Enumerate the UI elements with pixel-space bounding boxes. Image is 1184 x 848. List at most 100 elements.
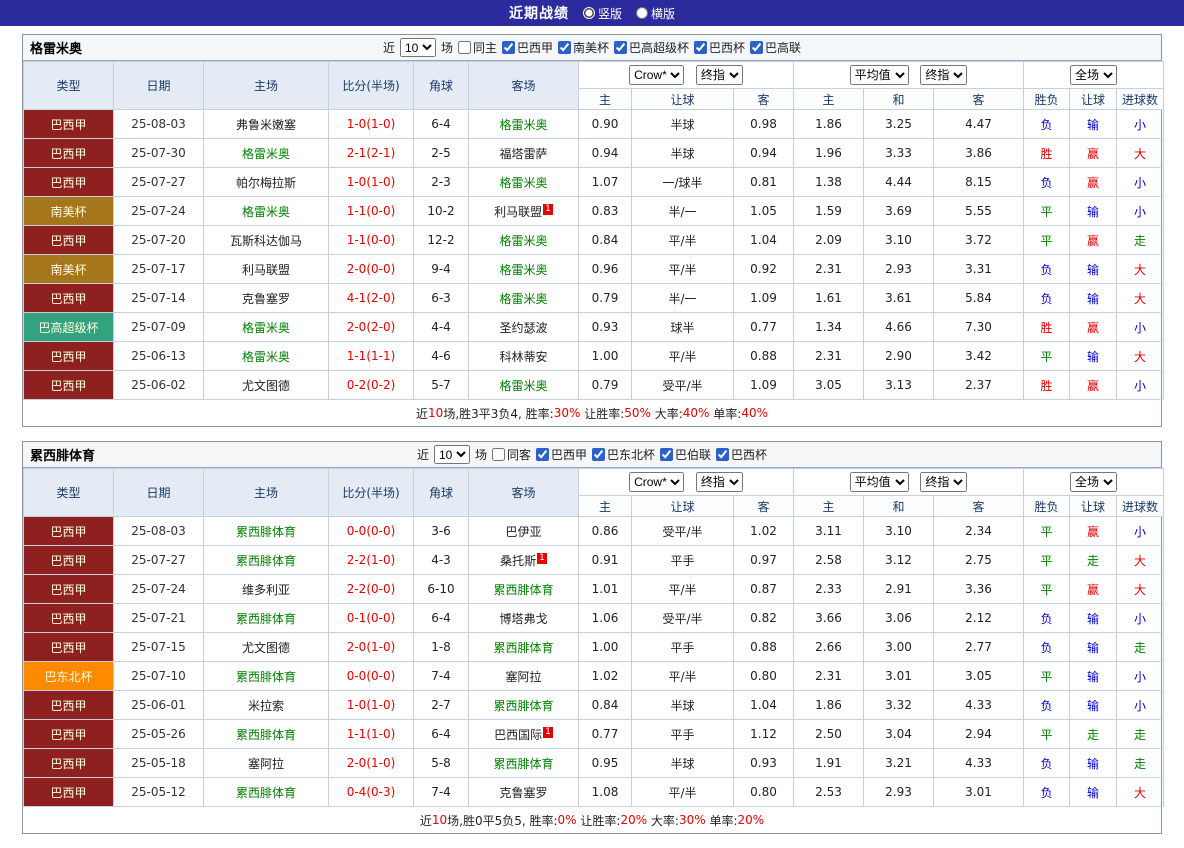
league-filter[interactable]: 南美杯 [558, 39, 609, 56]
final-index-select[interactable]: 终指 [696, 65, 743, 85]
league-filter-checkbox[interactable] [536, 448, 549, 461]
home-team[interactable]: 利马联盟 [242, 263, 290, 277]
league-filter[interactable]: 巴伯联 [660, 446, 711, 463]
home-team[interactable]: 塞阿拉 [248, 757, 284, 771]
away-team[interactable]: 巴伊亚 [505, 525, 541, 539]
home-team[interactable]: 累西腓体育 [236, 554, 296, 568]
same-venue-checkbox[interactable] [492, 448, 505, 461]
league-filter-checkbox[interactable] [592, 448, 605, 461]
scope-select[interactable]: 全场 [1070, 65, 1117, 85]
goals-result: 大 [1117, 342, 1164, 371]
home-team[interactable]: 克鲁塞罗 [242, 292, 290, 306]
away-team[interactable]: 巴西国际 [494, 728, 542, 742]
home-team-cell: 格雷米奥 [204, 197, 329, 226]
layout-vertical-radio-label[interactable]: 竖版 [583, 5, 622, 22]
league-filter-checkbox[interactable] [558, 41, 571, 54]
home-team-cell: 米拉索 [204, 691, 329, 720]
col-corner: 角球 [414, 62, 469, 110]
match-result: 平 [1024, 720, 1070, 749]
home-team[interactable]: 弗鲁米嫩塞 [236, 118, 296, 132]
home-team[interactable]: 尤文图德 [242, 379, 290, 393]
match-row: 巴西甲25-07-21累西腓体育0-1(0-0)6-4博塔弗戈1.06受平/半0… [24, 604, 1164, 633]
away-team[interactable]: 格雷米奥 [499, 292, 547, 306]
league-filter-checkbox[interactable] [614, 41, 627, 54]
away-team[interactable]: 博塔弗戈 [499, 612, 547, 626]
home-team[interactable]: 米拉索 [248, 699, 284, 713]
match-result: 平 [1024, 342, 1070, 371]
league-filter-checkbox[interactable] [750, 41, 763, 54]
away-team-cell: 格雷米奥 [469, 226, 579, 255]
away-team[interactable]: 利马联盟 [494, 205, 542, 219]
same-venue-checkbox[interactable] [458, 41, 471, 54]
bookmaker-select[interactable]: Crow* [629, 65, 684, 85]
home-team[interactable]: 尤文图德 [242, 641, 290, 655]
league-filter-checkbox[interactable] [502, 41, 515, 54]
league-filter[interactable]: 巴西甲 [536, 446, 587, 463]
away-team[interactable]: 塞阿拉 [505, 670, 541, 684]
away-team[interactable]: 累西腓体育 [493, 583, 553, 597]
same-venue-filter[interactable]: 同主 [458, 39, 497, 56]
match-result: 平 [1024, 662, 1070, 691]
final-index-select[interactable]: 终指 [920, 472, 967, 492]
home-team[interactable]: 格雷米奥 [242, 350, 290, 364]
away-team[interactable]: 格雷米奥 [499, 263, 547, 277]
recent-label: 近 [417, 446, 429, 463]
match-count-select[interactable]: 10 [400, 38, 436, 57]
away-team[interactable]: 科林蒂安 [499, 350, 547, 364]
home-team[interactable]: 累西腓体育 [236, 612, 296, 626]
away-team[interactable]: 圣约瑟波 [499, 321, 547, 335]
handicap-result: 输 [1070, 284, 1117, 313]
home-team[interactable]: 瓦斯科达伽马 [230, 234, 302, 248]
bookmaker-select[interactable]: Crow* [629, 472, 684, 492]
home-team[interactable]: 格雷米奥 [242, 205, 290, 219]
league-filter[interactable]: 巴西甲 [502, 39, 553, 56]
league-type-label: 巴西甲 [50, 234, 86, 248]
ah-away-odds: 1.05 [734, 197, 794, 226]
home-team[interactable]: 格雷米奥 [242, 147, 290, 161]
away-team[interactable]: 格雷米奥 [499, 176, 547, 190]
away-team-cell: 格雷米奥 [469, 168, 579, 197]
away-team[interactable]: 福塔雷萨 [499, 147, 547, 161]
league-filter[interactable]: 巴东北杯 [592, 446, 655, 463]
layout-horizontal-radio-label[interactable]: 横版 [636, 5, 675, 22]
away-team[interactable]: 累西腓体育 [493, 641, 553, 655]
league-type-label: 巴东北杯 [44, 670, 92, 684]
average-select[interactable]: 平均值 [850, 65, 909, 85]
home-team[interactable]: 帕尔梅拉斯 [236, 176, 296, 190]
home-team[interactable]: 累西腓体育 [236, 525, 296, 539]
league-filter-checkbox[interactable] [660, 448, 673, 461]
league-filter[interactable]: 巴西杯 [694, 39, 745, 56]
league-type-cell: 巴东北杯 [24, 662, 114, 691]
home-team[interactable]: 累西腓体育 [236, 786, 296, 800]
away-team[interactable]: 累西腓体育 [493, 757, 553, 771]
corner-score: 9-4 [414, 255, 469, 284]
eu-draw-odds: 2.93 [864, 778, 934, 807]
home-team[interactable]: 累西腓体育 [236, 728, 296, 742]
ah-handicap-line: 平手 [632, 720, 734, 749]
final-index-select[interactable]: 终指 [920, 65, 967, 85]
league-filter-checkbox[interactable] [716, 448, 729, 461]
average-select[interactable]: 平均值 [850, 472, 909, 492]
away-team[interactable]: 格雷米奥 [499, 118, 547, 132]
league-filter[interactable]: 巴西杯 [716, 446, 767, 463]
final-index-select[interactable]: 终指 [696, 472, 743, 492]
league-filter[interactable]: 巴高超级杯 [614, 39, 689, 56]
match-count-select[interactable]: 10 [434, 445, 470, 464]
away-team[interactable]: 格雷米奥 [499, 234, 547, 248]
home-team[interactable]: 格雷米奥 [242, 321, 290, 335]
league-filter-checkbox[interactable] [694, 41, 707, 54]
scope-select[interactable]: 全场 [1070, 472, 1117, 492]
away-team[interactable]: 累西腓体育 [493, 699, 553, 713]
layout-vertical-radio[interactable] [583, 7, 595, 19]
home-team[interactable]: 累西腓体育 [236, 670, 296, 684]
home-team[interactable]: 维多利亚 [242, 583, 290, 597]
league-filter[interactable]: 巴高联 [750, 39, 801, 56]
eu-home-odds: 2.53 [794, 778, 864, 807]
handicap-result: 赢 [1070, 517, 1117, 546]
same-venue-filter[interactable]: 同客 [492, 446, 531, 463]
layout-horizontal-radio[interactable] [636, 7, 648, 19]
away-team[interactable]: 桑托斯 [500, 554, 536, 568]
away-team[interactable]: 格雷米奥 [499, 379, 547, 393]
away-team[interactable]: 克鲁塞罗 [499, 786, 547, 800]
match-score: 1-1(0-0) [329, 226, 414, 255]
